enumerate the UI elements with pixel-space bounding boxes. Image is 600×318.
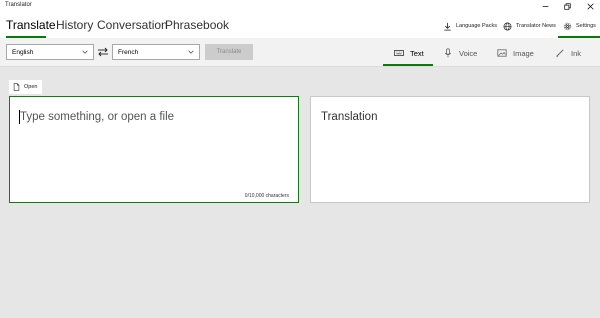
translator-news-button[interactable]: Translator News xyxy=(503,20,556,32)
image-icon xyxy=(497,49,507,57)
mode-ink-tab[interactable]: Ink xyxy=(555,47,581,59)
character-count: 0/10,000 characters xyxy=(244,193,289,199)
source-text-input[interactable]: Type something, or open a file 0/10,000 … xyxy=(9,96,299,203)
target-language-select[interactable]: French xyxy=(112,44,200,60)
globe-icon xyxy=(503,22,512,30)
chevron-down-icon xyxy=(188,50,194,54)
mode-text-label: Text xyxy=(410,48,424,58)
mode-image-label: Image xyxy=(513,48,534,58)
mode-image-tab[interactable]: Image xyxy=(497,47,534,59)
source-language-select[interactable]: English xyxy=(6,44,94,60)
mode-active-indicator xyxy=(383,64,433,66)
mode-voice-label: Voice xyxy=(459,48,478,58)
open-label: Open xyxy=(24,84,38,90)
tab-history[interactable]: History xyxy=(56,18,93,32)
app-title: Translator xyxy=(5,2,32,8)
translation-label: Translation xyxy=(321,111,378,123)
title-bar: Translator xyxy=(0,0,600,14)
mode-text-tab[interactable]: Text xyxy=(394,47,424,59)
document-icon xyxy=(13,83,20,91)
settings-button[interactable]: Settings xyxy=(563,20,596,32)
settings-label: Settings xyxy=(576,23,596,29)
close-button[interactable] xyxy=(580,0,600,12)
keyboard-icon xyxy=(394,50,404,56)
mode-voice-tab[interactable]: Voice xyxy=(443,47,477,59)
translator-news-label: Translator News xyxy=(516,23,556,29)
language-packs-label: Language Packs xyxy=(456,23,497,29)
source-language-value: English xyxy=(12,48,34,56)
chevron-down-icon xyxy=(82,50,88,54)
minimize-button[interactable] xyxy=(535,0,555,12)
tab-phrasebook[interactable]: Phrasebook xyxy=(165,18,229,32)
swap-languages-icon[interactable] xyxy=(97,46,109,58)
minimize-icon xyxy=(542,5,548,7)
gear-icon xyxy=(563,22,572,30)
input-placeholder: Type something, or open a file xyxy=(20,111,175,123)
language-packs-button[interactable]: Language Packs xyxy=(443,20,497,32)
restore-icon xyxy=(563,2,571,10)
target-language-value: French xyxy=(118,48,139,56)
mode-ink-label: Ink xyxy=(571,48,582,58)
tab-translate[interactable]: Translate xyxy=(6,18,56,32)
microphone-icon xyxy=(444,48,452,58)
translation-output: Translation xyxy=(310,96,590,203)
tab-conversation[interactable]: Conversation xyxy=(97,18,168,32)
restore-button[interactable] xyxy=(557,0,577,12)
translate-button[interactable]: Translate xyxy=(205,44,253,60)
download-icon xyxy=(444,22,451,31)
pen-icon xyxy=(556,49,564,58)
open-file-button[interactable]: Open xyxy=(9,80,42,94)
close-icon xyxy=(586,2,594,10)
language-toolbar: English French Translate Text Voice Imag… xyxy=(0,38,600,67)
